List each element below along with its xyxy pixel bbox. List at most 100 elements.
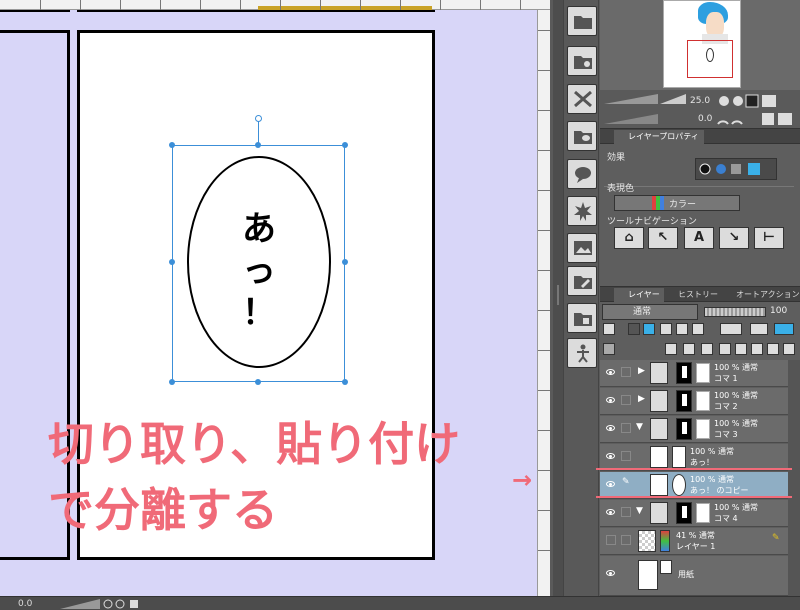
resize-handle-br[interactable] <box>342 379 348 385</box>
folder-film-icon[interactable] <box>567 303 597 333</box>
layer-row[interactable]: ▶ 100 % 通常 コマ 2 <box>600 388 788 415</box>
transfer-icon[interactable] <box>719 343 731 355</box>
effect-color-icon[interactable] <box>716 164 726 174</box>
clip-icon[interactable] <box>628 323 640 335</box>
lock-alpha-icon[interactable] <box>676 323 688 335</box>
tab-auto-action[interactable]: オートアクション <box>722 288 800 302</box>
layer-row[interactable]: 用紙 <box>600 556 788 596</box>
visibility-icon[interactable] <box>606 481 615 487</box>
resize-handle-b[interactable] <box>255 379 261 385</box>
flip-horizontal-icon[interactable] <box>762 95 776 107</box>
visibility-icon[interactable] <box>606 570 615 576</box>
reset-rotation-icon[interactable] <box>762 113 774 125</box>
object-tool-icon[interactable]: ⌂ <box>614 227 644 249</box>
effect-tone-icon[interactable] <box>731 164 741 174</box>
splitter-grip[interactable] <box>557 285 559 305</box>
status-rotate-left-icon[interactable] <box>103 599 113 609</box>
visibility-icon[interactable] <box>606 509 615 515</box>
zoom-in-icon[interactable] <box>733 96 743 106</box>
new-mask-icon[interactable] <box>751 343 763 355</box>
lock-checkbox[interactable] <box>621 423 631 433</box>
expand-icon[interactable]: ▶ <box>638 366 645 376</box>
layer-scrollbar[interactable] <box>788 360 800 596</box>
lock-checkbox[interactable] <box>621 395 631 405</box>
resize-handle-r[interactable] <box>342 259 348 265</box>
x-shape-icon[interactable] <box>567 84 597 114</box>
navigator-view-frame[interactable] <box>687 40 733 78</box>
lock-checkbox[interactable] <box>621 367 631 377</box>
effect-mode-icons[interactable] <box>695 158 777 180</box>
layer-row[interactable]: ▶ 100 % 通常 コマ 1 <box>600 360 788 387</box>
resize-handle-t[interactable] <box>255 142 261 148</box>
mask-icon[interactable] <box>692 323 704 335</box>
visibility-checkbox[interactable] <box>606 535 616 545</box>
resize-handle-tl[interactable] <box>169 142 175 148</box>
burst-icon[interactable] <box>567 196 597 226</box>
expand-icon[interactable]: ▶ <box>638 394 645 404</box>
visibility-icon[interactable] <box>606 425 615 431</box>
folder-balloon-icon[interactable] <box>567 121 597 151</box>
status-slider[interactable] <box>60 599 100 609</box>
reference-icon[interactable] <box>643 323 655 335</box>
layer-row[interactable]: ▼ 100 % 通常 コマ 3 <box>600 416 788 443</box>
tab-triangle-icon[interactable] <box>722 130 736 144</box>
resize-handle-bl[interactable] <box>169 379 175 385</box>
layer-settings-icon[interactable] <box>720 323 742 335</box>
apply-mask-icon[interactable] <box>767 343 779 355</box>
folder-icon[interactable] <box>567 6 597 36</box>
layer-row[interactable]: 41 % 通常 レイヤー 1 ✎ <box>600 528 788 555</box>
lock-icon[interactable] <box>660 323 672 335</box>
visibility-icon[interactable] <box>606 453 615 459</box>
tab-layer[interactable]: レイヤー <box>614 288 664 302</box>
line-correction-icon[interactable]: ↖ <box>648 227 678 249</box>
stack-icon[interactable] <box>603 343 615 355</box>
visibility-icon[interactable] <box>606 397 615 403</box>
ruler-icon[interactable] <box>750 323 768 335</box>
lock-checkbox[interactable] <box>621 451 631 461</box>
rotate-left-icon[interactable] <box>717 120 729 125</box>
lock-checkbox[interactable] <box>621 535 631 545</box>
zoom-slider-handle[interactable] <box>660 94 686 104</box>
selection-box[interactable] <box>172 145 345 382</box>
zoom-out-icon[interactable] <box>719 96 729 106</box>
rotate-slider[interactable] <box>604 114 658 124</box>
figure-icon[interactable] <box>567 338 597 368</box>
layer-color-icon[interactable] <box>603 323 615 335</box>
edit-folder-icon[interactable] <box>567 266 597 296</box>
balloon-tail-icon[interactable]: ↘ <box>719 227 749 249</box>
layer-color-select-icon[interactable] <box>774 323 794 335</box>
resize-handle-tr[interactable] <box>342 142 348 148</box>
collapse-icon[interactable]: ▼ <box>636 506 643 516</box>
rotate-handle[interactable] <box>255 115 262 122</box>
text-tool-icon[interactable]: A <box>684 227 714 249</box>
status-fit-icon[interactable] <box>130 600 138 608</box>
new-raster-icon[interactable] <box>665 343 677 355</box>
image-folder-icon[interactable] <box>567 233 597 263</box>
trash-icon[interactable] <box>783 343 795 355</box>
collapse-icon[interactable]: ▼ <box>636 422 643 432</box>
status-rotate-right-icon[interactable] <box>115 599 125 609</box>
tab-brush-icon[interactable] <box>704 130 718 144</box>
effect-layer-color-icon[interactable] <box>748 163 760 175</box>
folder-tone-icon[interactable] <box>567 46 597 76</box>
lock-checkbox[interactable] <box>621 507 631 517</box>
tab-history[interactable]: ヒストリー <box>664 288 722 302</box>
layer-row-selected[interactable]: ✎ 100 % 通常 あっ！ のコピー <box>600 472 788 499</box>
new-folder-icon[interactable] <box>701 343 713 355</box>
blend-mode-select[interactable]: 通常 <box>602 304 698 320</box>
resize-handle-l[interactable] <box>169 259 175 265</box>
zoom-slider[interactable] <box>604 94 658 104</box>
layer-row[interactable]: 100 % 通常 あっ！ <box>600 444 788 471</box>
layer-row[interactable]: ▼ 100 % 通常 コマ 4 <box>600 500 788 527</box>
effect-border-icon[interactable] <box>699 163 711 175</box>
tab-layer-property[interactable]: レイヤープロパティ <box>614 130 704 144</box>
balloon-icon[interactable] <box>567 159 597 189</box>
fit-icon[interactable] <box>745 94 759 108</box>
flip-vertical-icon[interactable] <box>778 113 792 125</box>
combine-icon[interactable] <box>735 343 747 355</box>
frame-divide-icon[interactable]: ⊢ <box>754 227 784 249</box>
rotate-right-icon[interactable] <box>731 120 743 125</box>
visibility-icon[interactable] <box>606 369 615 375</box>
opacity-slider[interactable] <box>704 307 766 317</box>
new-vector-icon[interactable] <box>683 343 695 355</box>
